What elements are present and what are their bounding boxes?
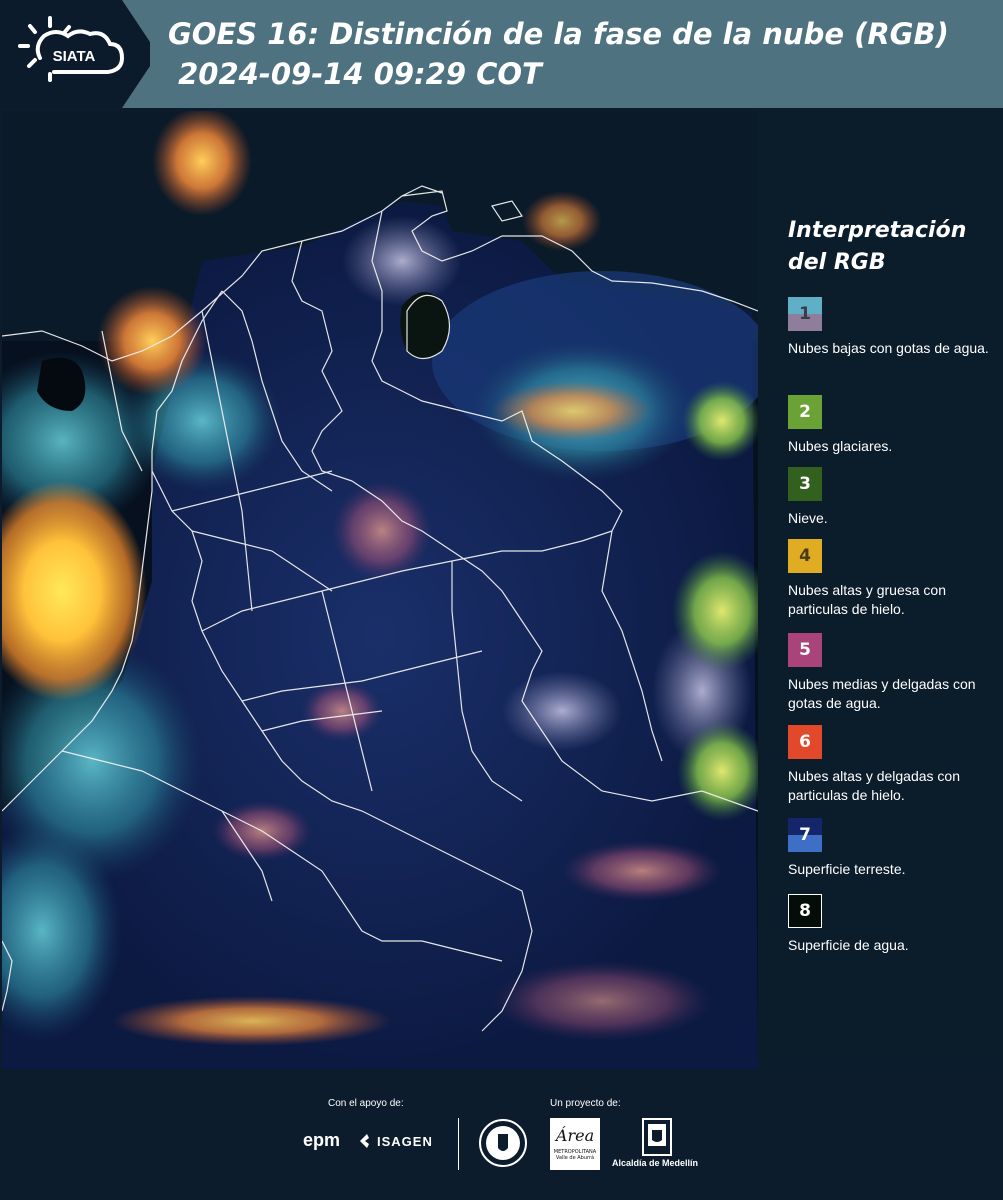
legend-number-2: 2 — [799, 402, 811, 422]
legend-swatch-7: 7 — [788, 818, 822, 852]
legend-label-1: Nubes bajas con gotas de agua. — [788, 340, 989, 356]
legend-label-6: Nubes altas y delgadas con particulas de… — [788, 768, 960, 803]
footer-divider — [458, 1118, 459, 1170]
area-logo-sub2: Valle de Aburrá — [555, 1155, 595, 1161]
legend-label-4: Nubes altas y gruesa con particulas de h… — [788, 582, 946, 617]
legend-swatch-1: 1 — [788, 297, 822, 331]
svg-text:SIATA: SIATA — [53, 48, 96, 65]
alcaldia-shield-icon — [642, 1118, 672, 1156]
legend-item-8: 8 Superficie de agua. — [788, 894, 993, 955]
footer: Con el apoyo de: Un proyecto de: epm ISA… — [0, 1070, 1003, 1200]
legend-item-2: 2 Nubes glaciares. — [788, 395, 993, 456]
legend-label-7: Superficie terreste. — [788, 861, 906, 877]
isagen-logo: ISAGEN — [377, 1134, 433, 1149]
legend-number-7: 7 — [799, 825, 811, 845]
legend-item-7: 7 Superficie terreste. — [788, 818, 993, 879]
legend-title: Interpretación del RGB — [788, 218, 967, 275]
support-label: Con el apoyo de: — [328, 1098, 404, 1109]
legend-swatch-6: 6 — [788, 725, 822, 759]
legend-label-3: Nieve. — [788, 510, 828, 526]
legend-label-5: Nubes medias y delgadas con gotas de agu… — [788, 676, 976, 711]
legend-swatch-3: 3 — [788, 467, 822, 501]
legend-label-8: Superficie de agua. — [788, 937, 909, 953]
medellin-seal-icon — [478, 1118, 528, 1168]
area-logo-text: Área — [555, 1126, 595, 1145]
epm-logo: epm — [303, 1130, 341, 1150]
alcaldia-logo-text: Alcaldía de Medellín — [612, 1158, 699, 1168]
legend-number-1: 1 — [799, 304, 811, 324]
legend-swatch-8: 8 — [788, 894, 822, 928]
legend-item-3: 3 Nieve. — [788, 467, 993, 528]
project-label: Un proyecto de: — [550, 1098, 621, 1109]
legend-swatch-4: 4 — [788, 539, 822, 573]
legend-swatch-5: 5 — [788, 633, 822, 667]
legend-label-2: Nubes glaciares. — [788, 438, 893, 454]
legend-number-5: 5 — [799, 640, 811, 660]
legend-item-5: 5 Nubes medias y delgadas con gotas de a… — [788, 633, 993, 713]
satellite-map-svg — [2, 111, 758, 1069]
legend-panel: Interpretación del RGB 1 Nubes bajas con… — [758, 111, 1003, 1069]
title-line2: 2024-09-14 09:29 COT — [168, 57, 542, 91]
area-metropolitana-logo: Área METROPOLITANA Valle de Aburrá — [550, 1118, 600, 1170]
legend-item-4: 4 Nubes altas y gruesa con particulas de… — [788, 539, 993, 619]
legend-number-4: 4 — [799, 546, 811, 566]
legend-number-8: 8 — [799, 901, 811, 921]
title-line1: GOES 16: Distinción de la fase de la nub… — [168, 17, 949, 51]
siata-logo-icon: SIATA — [18, 16, 125, 82]
siata-logo-box: SIATA — [0, 0, 150, 108]
isagen-logo-icon — [360, 1133, 374, 1148]
legend-item-6: 6 Nubes altas y delgadas con particulas … — [788, 725, 993, 805]
legend-number-6: 6 — [799, 732, 811, 752]
legend-number-3: 3 — [799, 474, 811, 494]
header-bar: SIATA GOES 16: Distinción de la fase de … — [0, 0, 1003, 108]
satellite-map — [2, 111, 758, 1069]
legend-item-1: 1 Nubes bajas con gotas de agua. — [788, 297, 993, 358]
page-title: GOES 16: Distinción de la fase de la nub… — [168, 14, 949, 94]
legend-swatch-2: 2 — [788, 395, 822, 429]
